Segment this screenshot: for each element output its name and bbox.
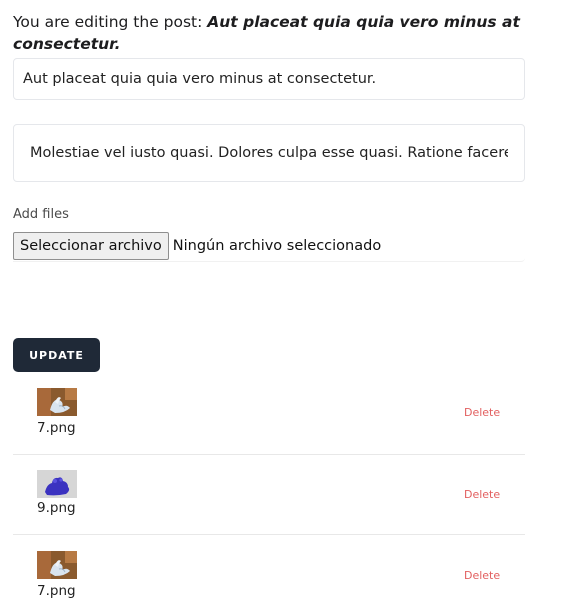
heading-prefix: You are editing the post: bbox=[13, 13, 208, 31]
file-status-text: Ningún archivo seleccionado bbox=[172, 238, 382, 254]
post-title-input[interactable] bbox=[13, 58, 525, 100]
delete-link[interactable]: Delete bbox=[464, 488, 500, 501]
swan-thumbnail-icon bbox=[37, 551, 77, 579]
attachment-filename: 9.png bbox=[37, 500, 76, 516]
swan-thumbnail-icon bbox=[37, 388, 77, 416]
blue-figure-thumbnail-icon bbox=[37, 470, 77, 498]
add-files-label: Add files bbox=[13, 207, 69, 222]
update-button[interactable]: UPDATE bbox=[13, 338, 100, 372]
page-heading: You are editing the post: Aut placeat qu… bbox=[13, 11, 533, 55]
delete-link[interactable]: Delete bbox=[464, 569, 500, 582]
delete-link[interactable]: Delete bbox=[464, 406, 500, 419]
file-input: Seleccionar archivo Ningún archivo selec… bbox=[13, 231, 525, 262]
attachment-item: 7.png Delete bbox=[13, 535, 525, 609]
choose-file-button[interactable]: Seleccionar archivo bbox=[13, 232, 169, 260]
attachment-filename: 7.png bbox=[37, 583, 76, 599]
attachment-item: 7.png Delete bbox=[13, 384, 525, 454]
attachment-filename: 7.png bbox=[37, 420, 76, 436]
attachment-item: 9.png Delete bbox=[13, 455, 525, 534]
post-body-input[interactable] bbox=[13, 124, 525, 182]
